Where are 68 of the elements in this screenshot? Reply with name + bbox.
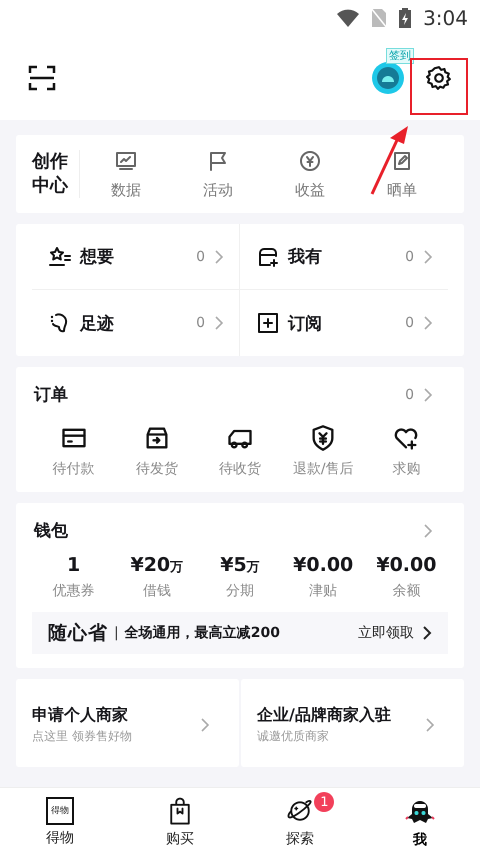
chevron-icon bbox=[422, 524, 434, 538]
clock-time: 3:04 bbox=[423, 6, 468, 30]
orders-count: 0 bbox=[405, 386, 414, 402]
collection-count: 0 bbox=[405, 248, 414, 264]
plus-square-icon bbox=[256, 311, 280, 335]
chevron-icon bbox=[424, 718, 436, 732]
highlight-frame bbox=[410, 58, 468, 115]
merchant-title: 企业/品牌商家入驻 bbox=[257, 705, 392, 726]
logo-icon: 得物 bbox=[46, 796, 74, 824]
claim-link[interactable]: 立即领取 bbox=[358, 624, 432, 642]
chevron-icon bbox=[422, 626, 432, 640]
promo-separator: | bbox=[114, 625, 119, 641]
star-list-icon bbox=[48, 244, 72, 268]
nav-tab[interactable]: 1 探索 bbox=[240, 788, 360, 855]
chevron-icon bbox=[199, 718, 211, 732]
collection-label[interactable]: 订阅 bbox=[288, 312, 398, 334]
wallet-label[interactable]: 借钱 bbox=[142, 582, 171, 600]
wallet-value: ¥5万 bbox=[220, 554, 260, 576]
wallet-value: ¥0.00 bbox=[376, 554, 436, 576]
chevron-icon bbox=[422, 250, 434, 264]
collection-label[interactable]: 足迹 bbox=[80, 312, 188, 334]
merchant-card[interactable]: 企业/品牌商家入驻 诚邀优质商家 bbox=[241, 679, 464, 767]
wallet-label[interactable]: 余额 bbox=[392, 582, 420, 600]
collection-label[interactable]: 我有 bbox=[288, 245, 398, 268]
collection-count: 0 bbox=[196, 315, 205, 331]
chevron-icon bbox=[213, 250, 225, 264]
promo-text: 全场通用，最高立减200 bbox=[124, 624, 281, 642]
battery-icon bbox=[399, 8, 412, 28]
merchant-title: 申请个人商家 bbox=[32, 705, 129, 726]
merchant-subtitle: 诚邀优质商家 bbox=[257, 728, 330, 745]
chevron-icon bbox=[422, 316, 434, 330]
chevron-icon bbox=[213, 316, 225, 330]
wallet-title[interactable]: 钱包 bbox=[34, 519, 68, 542]
collection-count: 0 bbox=[196, 248, 205, 264]
wifi-icon bbox=[337, 9, 360, 27]
order-status-label[interactable]: 退款/售后 bbox=[292, 460, 354, 478]
creator-item[interactable]: 活动 bbox=[203, 180, 233, 200]
wallet-value: ¥20万 bbox=[130, 554, 184, 576]
wallet-label[interactable]: 分期 bbox=[226, 582, 254, 600]
collection-label[interactable]: 想要 bbox=[80, 245, 188, 268]
nav-tab[interactable]: 购买 bbox=[120, 788, 240, 855]
creator-item[interactable]: 收益 bbox=[295, 180, 325, 200]
settings-icon[interactable] bbox=[426, 65, 452, 91]
wallet-label[interactable]: 津贴 bbox=[309, 582, 338, 600]
nav-tab[interactable]: 得物 得物 bbox=[0, 788, 120, 855]
wallet-value: 1 bbox=[66, 554, 80, 576]
chevron-icon bbox=[422, 388, 434, 402]
creator-item[interactable]: 晒单 bbox=[387, 180, 417, 200]
order-status-label[interactable]: 待发货 bbox=[136, 460, 178, 478]
notification-badge: 1 bbox=[314, 792, 334, 812]
order-status-label[interactable]: 求购 bbox=[392, 460, 420, 478]
no-sim-icon bbox=[371, 8, 388, 28]
wallet-label[interactable]: 优惠券 bbox=[52, 582, 95, 600]
wallet-value: ¥0.00 bbox=[293, 554, 354, 576]
merchant-subtitle: 点这里 领券售好物 bbox=[32, 728, 133, 745]
orders-title[interactable]: 订单 bbox=[34, 383, 68, 406]
creator-center-title: 创作中心 bbox=[32, 150, 80, 198]
scan-icon[interactable] bbox=[28, 65, 56, 91]
merchant-card[interactable]: 申请个人商家 点这里 领券售好物 bbox=[16, 679, 239, 767]
creator-item[interactable]: 数据 bbox=[111, 180, 141, 200]
collection-count: 0 bbox=[405, 315, 414, 331]
promo-brand: 随心省 bbox=[48, 621, 108, 646]
yen-coin-icon bbox=[298, 148, 322, 172]
avatar[interactable] bbox=[372, 62, 404, 94]
order-status-label[interactable]: 待收货 bbox=[219, 460, 261, 478]
check-in-badge[interactable]: 签到 bbox=[386, 48, 414, 64]
order-status-label[interactable]: 待付款 bbox=[52, 460, 95, 478]
nav-tab[interactable]: 我 bbox=[360, 788, 480, 855]
